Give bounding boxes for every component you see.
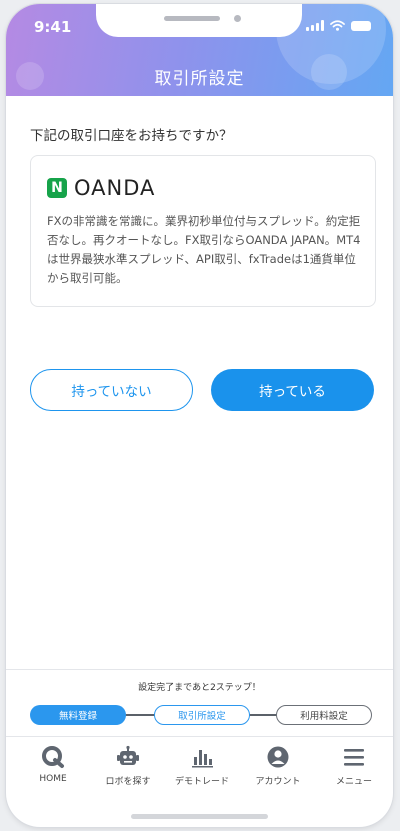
tab-bar: HOME ロボを探す デモトレード アカウント メニュー (6, 736, 393, 797)
chart-icon (192, 750, 213, 768)
tab-account[interactable]: アカウント (240, 745, 316, 787)
device-notch (96, 4, 302, 37)
oanda-logo-icon: N (47, 178, 67, 198)
not-have-button[interactable]: 持っていない (30, 369, 193, 411)
question-text: 下記の取引口座をお持ちですか？ (30, 128, 233, 144)
broker-card: N OANDA FXの非常識を常識に。業界初秒単位付与スプレッド。約定拒否なし。… (30, 155, 376, 307)
tab-demo-trade[interactable]: デモトレード (164, 745, 240, 787)
camera (234, 15, 241, 22)
account-icon (267, 746, 289, 768)
have-button[interactable]: 持っている (211, 369, 374, 411)
home-indicator (131, 814, 268, 819)
oanda-logo: N OANDA (47, 176, 155, 200)
menu-icon (344, 749, 364, 766)
oanda-logo-text: OANDA (74, 176, 156, 200)
header: 9:41 取引所設定 (6, 4, 393, 96)
status-icons (306, 20, 371, 31)
tab-find-robot-label: ロボを探す (105, 777, 151, 787)
broker-description: FXの非常識を常識に。業界初秒単位付与スプレッド。約定拒否なし。再クオートなし。… (47, 214, 361, 285)
status-time: 9:41 (34, 18, 72, 36)
tab-home[interactable]: HOME (15, 745, 91, 784)
tab-account-label: アカウント (255, 777, 301, 787)
phone-frame: 9:41 取引所設定 下記の取引口座をお持ちですか？ N OANDA FXの非常… (6, 4, 393, 827)
home-icon (42, 746, 64, 768)
tab-demo-trade-label: デモトレード (174, 777, 229, 787)
setup-progress: 設定完了まであと2ステップ！ 無料登録 取引所設定 利用料設定 (6, 669, 393, 737)
tab-menu-label: メニュー (335, 777, 372, 787)
tab-find-robot[interactable]: ロボを探す (90, 745, 166, 787)
speaker-grille (164, 16, 220, 21)
battery-icon (351, 20, 371, 31)
wifi-icon (330, 20, 345, 31)
signal-icon (306, 20, 324, 31)
step-exchange-settings: 取引所設定 (154, 705, 250, 725)
step-free-registration: 無料登録 (30, 705, 126, 725)
tab-home-label: HOME (39, 774, 67, 784)
steps-caption: 設定完了まであと2ステップ！ (138, 683, 261, 693)
step-fee-settings: 利用料設定 (276, 705, 372, 725)
page-title: 取引所設定 (154, 69, 245, 89)
tab-menu[interactable]: メニュー (316, 745, 392, 787)
robot-icon (117, 745, 139, 765)
